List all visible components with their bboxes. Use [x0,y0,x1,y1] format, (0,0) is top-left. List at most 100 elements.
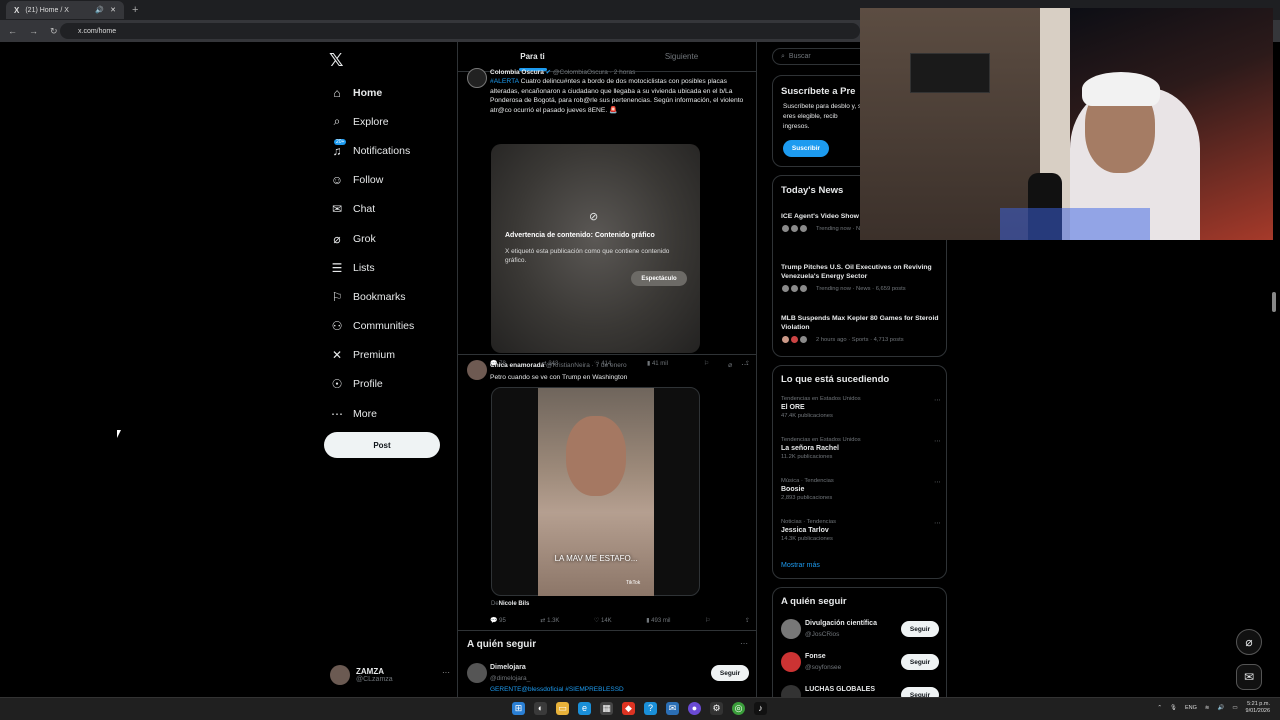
copilot-icon[interactable]: ◐ [534,702,547,715]
suggest-bio: GERENTE@blessdoficial #SIEMPREBLESSD [490,686,624,693]
sidebar-item-label: Lists [353,261,375,274]
sensitive-media[interactable]: ⊘ Advertencia de contenido: Contenido gr… [491,144,700,353]
trend-category: Noticias · Tendencias [781,519,836,525]
trend-name: Jessica Tarlov [781,527,829,534]
sidebar-item-profile[interactable]: ☉ Profile [326,370,456,399]
views-button[interactable]: ▮ 493 mil [646,617,670,624]
follow-button[interactable]: Seguir [901,621,939,637]
sidebar-item-more[interactable]: ⋯ More [326,399,456,428]
mic-icon[interactable]: 🎙 [1170,705,1177,711]
bookmark-icon[interactable]: ⚐ [705,617,710,624]
trend-more-icon[interactable]: ⋯ [934,437,941,445]
news-item[interactable]: Trump Pitches U.S. Oil Executives on Rev… [781,263,941,293]
source-name[interactable]: Nicole Bils [499,601,530,607]
trend-more-icon[interactable]: ⋯ [934,396,941,404]
tiktok-icon[interactable]: ♪ [754,702,767,715]
post-button[interactable]: Post [324,432,440,458]
windows-start-icon[interactable]: ⊞ [512,702,525,715]
folder-icon[interactable]: ▭ [556,702,569,715]
forward-icon[interactable]: → [29,26,38,36]
browser-tab[interactable]: X (21) Home / X 🔊 ✕ [6,1,124,19]
app-icon[interactable]: ◆ [622,702,635,715]
tweet-more-icon[interactable]: ⋯ [741,360,749,369]
tweet-avatar[interactable] [467,360,487,380]
tab-close-icon[interactable]: ✕ [110,6,116,14]
account-more-icon[interactable]: ··· [442,668,450,677]
settings-icon[interactable]: ⚙ [710,702,723,715]
mail-icon[interactable]: ✉ [666,702,679,715]
store-icon[interactable]: ▦ [600,702,613,715]
show-more-link[interactable]: Mostrar más [781,562,820,569]
back-icon[interactable]: ← [8,26,17,36]
tweet[interactable]: Colombia Oscura ✔ @ColombiaOscura · 2 ho… [458,64,756,367]
sidebar-item-lists[interactable]: ☰ Lists [326,253,456,282]
suggest-name[interactable]: LUCHAS GLOBALES [805,686,875,693]
trend-item[interactable]: Tendencias en Estados Unidos El ORE 47.4… [781,396,941,419]
trend-item[interactable]: Tendencias en Estados Unidos La señora R… [781,437,941,460]
trend-more-icon[interactable]: ⋯ [934,519,941,527]
new-tab-button[interactable]: + [132,4,138,16]
reply-button[interactable]: 💬 95 [490,617,506,624]
tweet-handle[interactable]: @ColombiaOscura · 2 horas [553,69,635,76]
premium-text: Suscríbete para desblo y, si eres elegib… [783,103,863,130]
follow-button[interactable]: Seguir [901,654,939,670]
grok-float-icon[interactable]: ⌀ [1236,629,1262,655]
wifi-icon[interactable]: ≋ [1205,705,1210,711]
grok-icon[interactable]: ⌀ [728,361,732,369]
tweet-author[interactable]: Colombia Oscura [490,69,544,76]
tweet-avatar[interactable] [467,68,487,88]
page-scrollbar[interactable] [1272,292,1276,312]
tweet-handle[interactable]: @KristianNeira · 7 de enero [546,362,627,369]
sidebar-item-bookmarks[interactable]: ⚐ Bookmarks [326,282,456,311]
trend-item[interactable]: Noticias · Tendencias Jessica Tarlov 14.… [781,519,941,542]
search-input[interactable]: ⌕ Buscar [772,48,872,65]
suggest-name[interactable]: Divulgación científica [805,620,877,627]
sidebar-item-grok[interactable]: ⌀ Grok [326,224,456,253]
sidebar-item-follow[interactable]: ☺ Follow [326,166,456,195]
battery-icon[interactable]: ▭ [1232,705,1237,711]
sidebar-item-communities[interactable]: ⚇ Communities [326,312,456,341]
avatar[interactable] [467,663,487,683]
tab-audio-icon[interactable]: 🔊 [95,6,104,14]
language-indicator[interactable]: ENG [1185,705,1197,711]
sidebar-item-notifications[interactable]: ♫ 20+ Notifications [326,136,456,165]
tweet[interactable]: Chica enamorada @KristianNeira · 7 de en… [458,355,756,631]
chrome-icon[interactable]: ◎ [732,702,745,715]
sidebar-item-explore[interactable]: ⌕ Explore [326,107,456,136]
like-button[interactable]: ♡ 14K [594,617,612,624]
tweet-author[interactable]: Chica enamorada [490,362,544,369]
video-player[interactable]: LA MAV ME ESTAFO... TikTok [491,387,700,596]
reload-icon[interactable]: ↻ [50,26,58,37]
trend-more-icon[interactable]: ⋯ [934,478,941,486]
volume-icon[interactable]: 🔊 [1217,705,1224,711]
sidebar-item-premium[interactable]: ✕ Premium [326,341,456,370]
clock-time: 5:21 p.m. [1247,701,1270,707]
share-icon[interactable]: ⇪ [745,617,750,624]
edge-icon[interactable]: e [578,702,591,715]
avatar [330,665,350,685]
sidebar-item-chat[interactable]: ✉ Chat [326,195,456,224]
clock[interactable]: 5:21 p.m. 9/01/2026 [1246,701,1270,715]
url-field[interactable]: x.com/home [60,23,860,39]
x-logo-icon[interactable]: 𝕏 [329,50,344,71]
messages-float-icon[interactable]: ✉ [1236,664,1262,690]
suggest-name[interactable]: Dimelojara [490,664,526,671]
avatar[interactable] [781,652,801,672]
section-more-icon[interactable]: ⋯ [740,639,748,648]
show-media-button[interactable]: Espectáculo [631,271,687,286]
sidebar-item-home[interactable]: ⌂ Home [326,78,456,107]
follow-button[interactable]: Seguir [711,665,749,681]
trend-item[interactable]: Música · Tendencias Boosie 2,893 publica… [781,478,941,501]
tray-chevron-icon[interactable]: ⌃ [1157,705,1162,711]
news-item[interactable]: MLB Suspends Max Kepler 80 Games for Ste… [781,314,941,344]
news-headline: Trump Pitches U.S. Oil Executives on Rev… [781,264,932,280]
suggest-name[interactable]: Fonse [805,653,826,660]
help-icon[interactable]: ? [644,702,657,715]
account-switcher[interactable]: ZAMZA @CLzamza ··· [330,662,450,688]
repost-button[interactable]: ⇄ 1.3K [540,617,559,624]
subscribe-button[interactable]: Suscribir [783,140,829,157]
tweet-hashtag[interactable]: #ALERTA [490,78,519,85]
obs-icon[interactable]: ● [688,702,701,715]
avatar [781,224,790,233]
avatar[interactable] [781,619,801,639]
